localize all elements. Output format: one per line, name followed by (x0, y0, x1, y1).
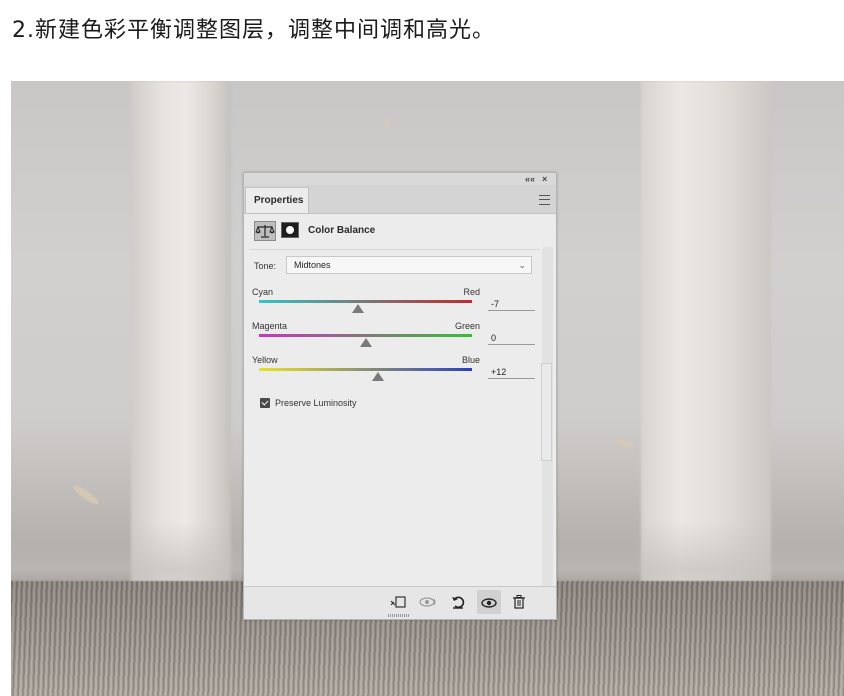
layer-mask-icon[interactable] (281, 222, 299, 238)
adjustment-title: Color Balance (308, 225, 376, 236)
color-slider: Cyan Red -7 (252, 287, 535, 317)
slider-left-label: Yellow (252, 355, 278, 365)
slider-thumb[interactable] (359, 338, 372, 347)
slider-right-label: Blue (461, 355, 480, 365)
resize-grip[interactable] (388, 614, 410, 617)
panel-menu-icon[interactable] (539, 195, 550, 205)
preserve-luminosity-checkbox[interactable] (260, 398, 270, 408)
slider-thumb[interactable] (372, 372, 385, 381)
slider-left-label: Magenta (252, 321, 288, 331)
feather-decoration (71, 483, 101, 507)
reset-icon[interactable] (451, 595, 465, 612)
close-icon[interactable]: × (542, 173, 547, 185)
slider-track[interactable] (259, 300, 472, 303)
visibility-eye-icon[interactable] (477, 590, 501, 614)
slider-thumb[interactable] (352, 304, 365, 313)
adjustment-header: Color Balance (254, 221, 546, 241)
slider-right-label: Green (454, 321, 480, 331)
slider-right-label: Red (463, 287, 480, 297)
balance-scale-icon[interactable] (254, 221, 276, 241)
chevron-down-icon: ⌄ (518, 260, 526, 270)
trash-icon[interactable] (513, 595, 525, 612)
collapse-icon[interactable]: «« (525, 173, 535, 185)
feather-decoration (382, 116, 392, 130)
tab-bar: Properties (244, 185, 556, 214)
scrollbar-thumb[interactable] (541, 363, 552, 461)
tone-value: Midtones (294, 260, 331, 270)
clip-to-layer-icon[interactable] (390, 595, 406, 612)
slider-track[interactable] (259, 368, 472, 371)
slider-track[interactable] (259, 334, 472, 337)
divider (250, 249, 540, 250)
slider-value-input[interactable]: +12 (488, 366, 535, 379)
tab-properties[interactable]: Properties (245, 187, 309, 213)
color-slider: Magenta Green 0 (252, 321, 535, 351)
feather-decoration (615, 438, 635, 449)
caption-text: 2.新建色彩平衡调整图层，调整中间调和高光。 (12, 18, 495, 43)
slider-value-input[interactable]: -7 (488, 298, 535, 311)
panel-footer (244, 586, 556, 619)
slider-left-label: Cyan (252, 287, 274, 297)
color-slider: Yellow Blue +12 (252, 355, 535, 385)
tone-dropdown[interactable]: Midtones ⌄ (286, 256, 532, 274)
slider-value-input[interactable]: 0 (488, 332, 535, 345)
properties-panel: «« × Properties Color Balance Tone: Midt… (243, 172, 557, 620)
panel-titlebar: «« × (244, 173, 556, 185)
view-previous-icon[interactable] (419, 595, 437, 612)
preserve-luminosity-label: Preserve Luminosity (275, 398, 357, 408)
tone-label: Tone: (254, 261, 277, 271)
